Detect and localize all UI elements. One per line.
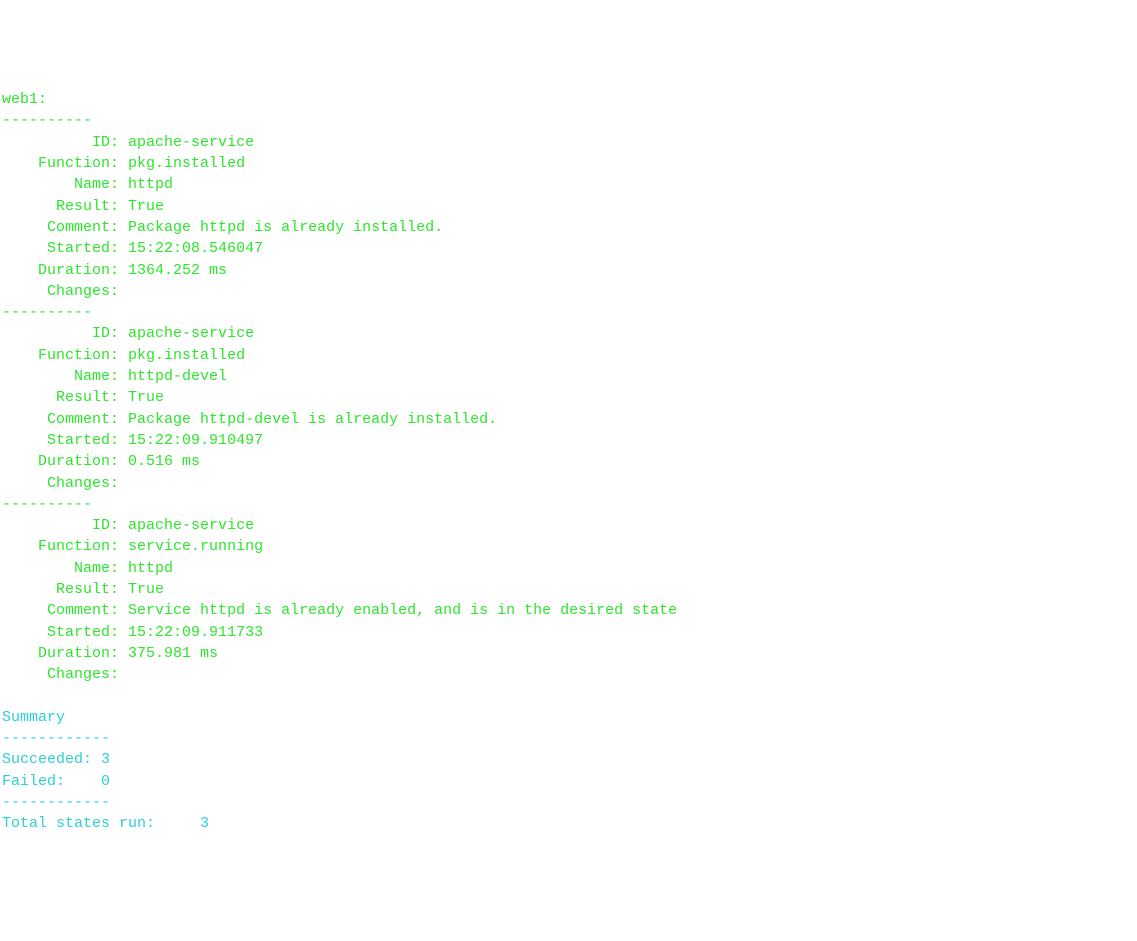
label-changes: Changes:: [47, 283, 119, 300]
total-label: Total states run:: [2, 815, 155, 832]
separator: ----------: [2, 496, 92, 513]
label-function: Function:: [38, 538, 119, 555]
succeeded-label: Succeeded:: [2, 751, 92, 768]
separator: ----------: [2, 304, 92, 321]
label-started: Started:: [47, 240, 119, 257]
state-started: 15:22:09.910497: [128, 432, 263, 449]
label-id: ID:: [92, 134, 119, 151]
label-id: ID:: [92, 517, 119, 534]
state-name: httpd: [128, 176, 173, 193]
state-name: httpd-devel: [128, 368, 227, 385]
state-name: httpd: [128, 560, 173, 577]
state-comment: Service httpd is already enabled, and is…: [128, 602, 677, 619]
state-duration: 0.516 ms: [128, 453, 200, 470]
state-result: True: [128, 198, 164, 215]
total-count: 3: [200, 815, 209, 832]
label-started: Started:: [47, 432, 119, 449]
state-function: pkg.installed: [128, 155, 245, 172]
label-comment: Comment:: [47, 602, 119, 619]
state-duration: 1364.252 ms: [128, 262, 227, 279]
label-changes: Changes:: [47, 475, 119, 492]
label-duration: Duration:: [38, 262, 119, 279]
separator: ----------: [2, 112, 92, 129]
state-id: apache-service: [128, 134, 254, 151]
label-function: Function:: [38, 155, 119, 172]
label-result: Result:: [56, 198, 119, 215]
label-changes: Changes:: [47, 666, 119, 683]
label-result: Result:: [56, 389, 119, 406]
label-name: Name:: [74, 560, 119, 577]
label-id: ID:: [92, 325, 119, 342]
state-started: 15:22:08.546047: [128, 240, 263, 257]
state-started: 15:22:09.911733: [128, 624, 263, 641]
failed-label: Failed:: [2, 773, 65, 790]
state-duration: 375.981 ms: [128, 645, 218, 662]
state-function: service.running: [128, 538, 263, 555]
host-header: web1:: [2, 91, 47, 108]
state-result: True: [128, 581, 164, 598]
failed-count: 0: [101, 773, 110, 790]
state-comment: Package httpd is already installed.: [128, 219, 443, 236]
state-function: pkg.installed: [128, 347, 245, 364]
label-name: Name:: [74, 176, 119, 193]
label-comment: Comment:: [47, 411, 119, 428]
label-name: Name:: [74, 368, 119, 385]
label-comment: Comment:: [47, 219, 119, 236]
state-comment: Package httpd-devel is already installed…: [128, 411, 497, 428]
state-result: True: [128, 389, 164, 406]
label-function: Function:: [38, 347, 119, 364]
summary-output: Summary ------------ Succeeded: 3 Failed…: [2, 686, 1137, 835]
state-id: apache-service: [128, 325, 254, 342]
label-duration: Duration:: [38, 453, 119, 470]
state-id: apache-service: [128, 517, 254, 534]
label-started: Started:: [47, 624, 119, 641]
succeeded-count: 3: [101, 751, 110, 768]
separator: ------------: [2, 794, 110, 811]
label-result: Result:: [56, 581, 119, 598]
terminal-output: web1: ---------- ID: apache-service Func…: [2, 89, 1137, 685]
label-duration: Duration:: [38, 645, 119, 662]
summary-heading: Summary: [2, 709, 65, 726]
